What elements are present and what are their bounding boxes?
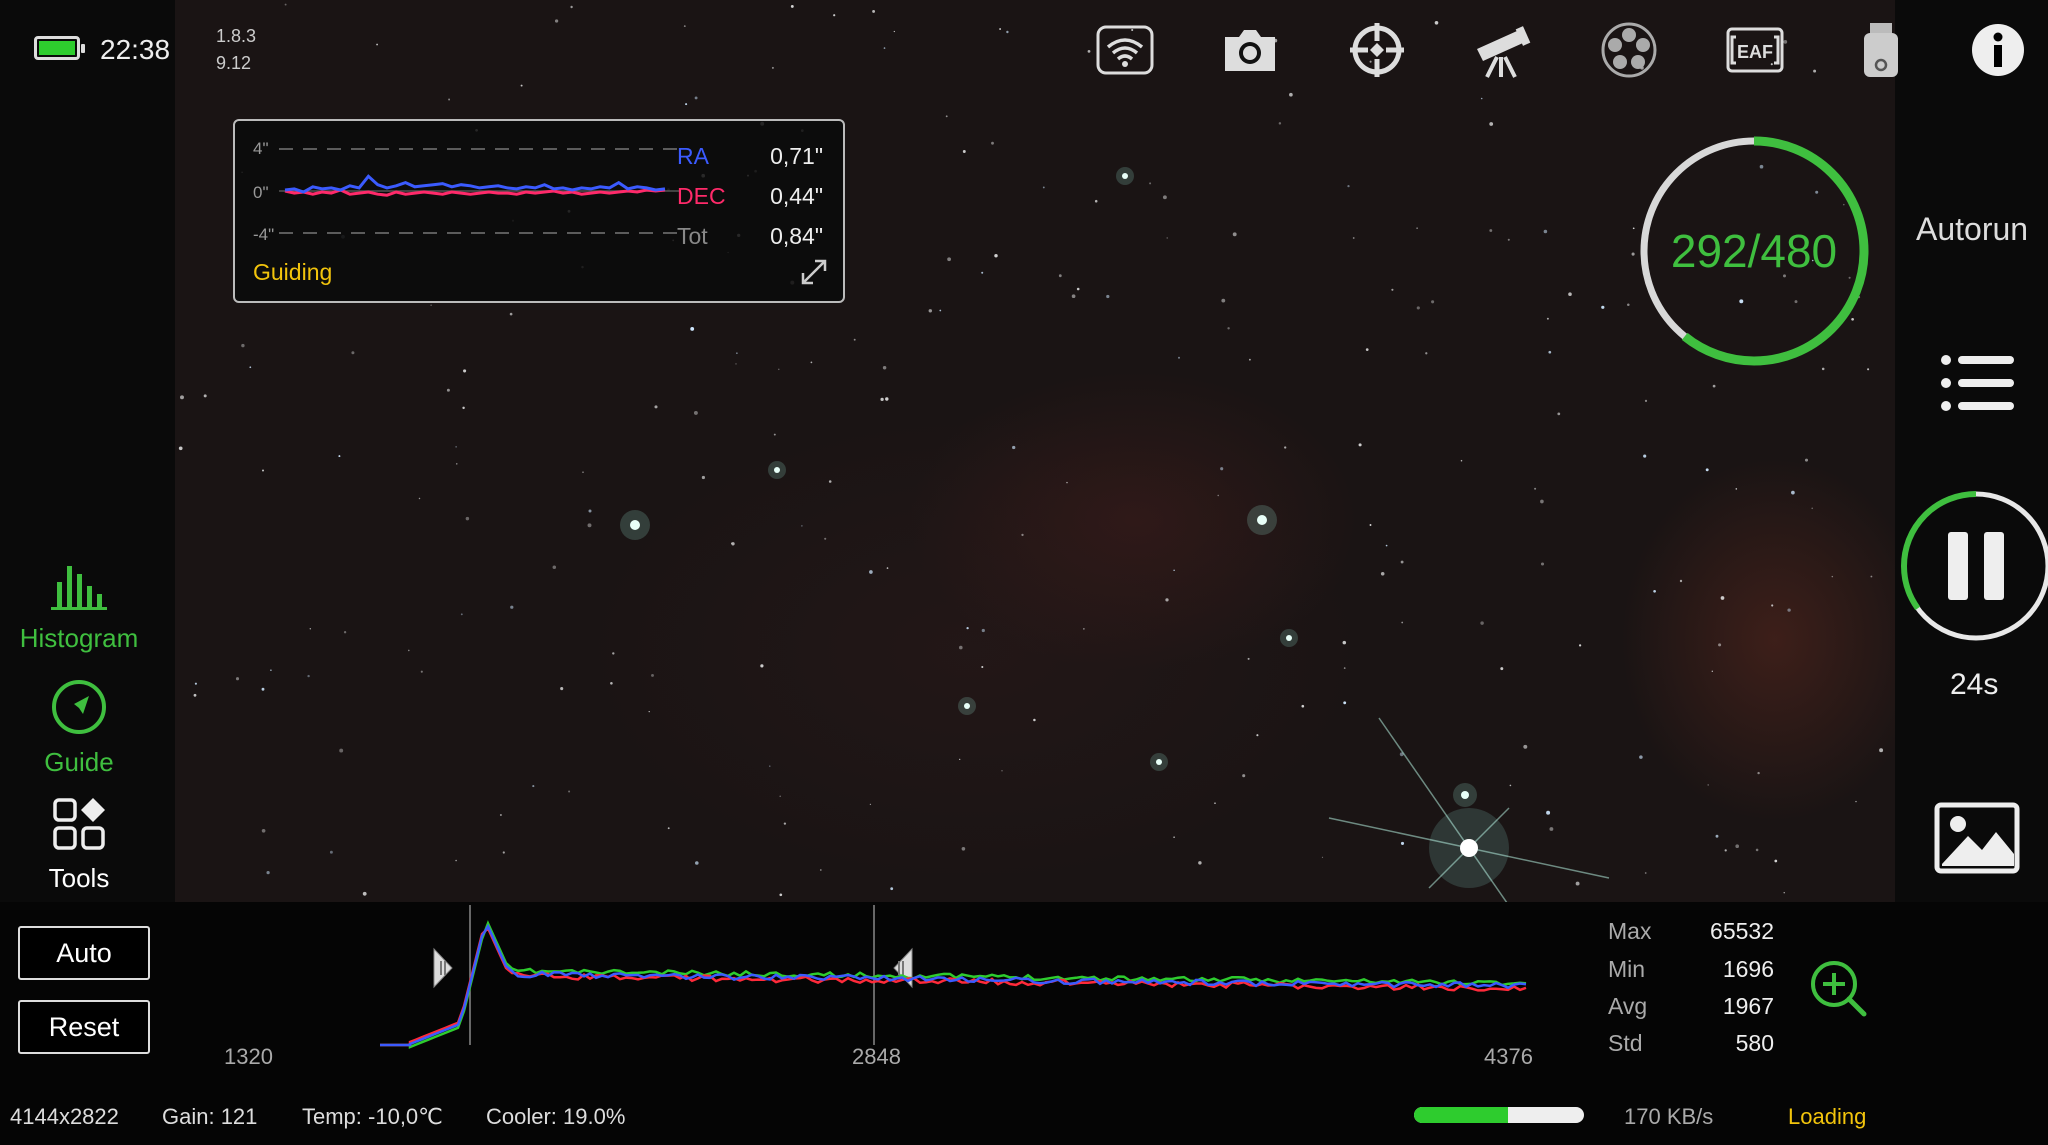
info-icon[interactable] xyxy=(1963,18,2033,82)
guide-graph xyxy=(279,148,679,234)
eaf-label: EAF xyxy=(1737,42,1773,62)
tools-grid-icon xyxy=(53,798,105,850)
pause-icon xyxy=(1948,532,1968,600)
nav-histogram[interactable]: Histogram xyxy=(0,562,158,654)
compass-icon xyxy=(52,680,106,734)
battery-icon xyxy=(34,36,85,60)
nav-guide-label: Guide xyxy=(44,747,114,777)
transfer-speed: 170 KB/s xyxy=(1624,1104,1714,1129)
nav-tools-label: Tools xyxy=(48,863,110,893)
expand-icon[interactable] xyxy=(799,257,829,287)
nav-guide[interactable]: Guide xyxy=(0,678,158,778)
guide-y-bottom: -4" xyxy=(253,225,275,244)
guide-graph-panel[interactable]: 4" 0" -4" RA 0,71" DEC 0,44" Tot 0,84" G… xyxy=(233,119,845,303)
download-progress-fill xyxy=(1414,1107,1508,1123)
usb-drive-icon[interactable] xyxy=(1846,18,1916,82)
dec-label: DEC xyxy=(677,183,726,209)
ra-label: RA xyxy=(677,143,709,169)
filter-wheel-icon[interactable] xyxy=(1594,18,1664,82)
ra-series-line xyxy=(284,174,666,194)
sequence-progress: 292/480 xyxy=(1636,133,1872,369)
nav-histogram-label: Histogram xyxy=(19,623,139,653)
autorun-label: Autorun xyxy=(1916,211,2029,247)
histogram-icon xyxy=(51,566,107,610)
stat-avg-label: Avg xyxy=(1608,993,1648,1019)
stat-std-label: Std xyxy=(1608,1030,1643,1056)
firmware-version: 9.12 xyxy=(216,53,252,73)
reset-button[interactable]: Reset xyxy=(18,1000,150,1054)
exposure-countdown: 24s xyxy=(1950,668,1999,701)
hist-tick-min: 1320 xyxy=(224,1044,273,1069)
gallery-icon[interactable] xyxy=(1934,802,2020,874)
ra-value: 0,71" xyxy=(770,143,823,169)
stat-max-label: Max xyxy=(1608,918,1652,944)
nav-tools[interactable]: Tools xyxy=(0,796,158,894)
download-progress xyxy=(1414,1107,1584,1123)
stat-avg-value: 1967 xyxy=(1722,993,1774,1019)
wifi-icon[interactable] xyxy=(1090,18,1160,82)
app-version: 1.8.3 xyxy=(216,26,257,46)
right-sidebar xyxy=(1895,0,2048,902)
cooler-power: Cooler: 19.0% xyxy=(486,1104,626,1129)
black-point-handle[interactable] xyxy=(433,947,453,989)
stat-std-value: 580 xyxy=(1735,1030,1774,1056)
camera-icon[interactable] xyxy=(1215,18,1285,82)
eaf-icon[interactable]: EAF xyxy=(1720,18,1790,82)
guide-y-mid: 0" xyxy=(253,183,269,202)
hist-tick-max: 4376 xyxy=(1484,1044,1533,1069)
crosshair-icon[interactable] xyxy=(1342,18,1412,82)
list-icon[interactable] xyxy=(1940,352,2016,414)
guide-state: Guiding xyxy=(253,259,333,285)
sensor-temp: Temp: -10,0℃ xyxy=(302,1104,443,1129)
auto-stretch-button[interactable]: Auto xyxy=(18,926,150,980)
guide-y-top: 4" xyxy=(253,139,269,158)
hist-tick-mid: 2848 xyxy=(852,1044,901,1069)
zoom-in-icon[interactable] xyxy=(1808,958,1868,1018)
load-state: Loading xyxy=(1788,1104,1867,1129)
histogram-chart[interactable] xyxy=(370,905,1550,1055)
telescope-icon[interactable] xyxy=(1467,18,1537,82)
stat-max-value: 65532 xyxy=(1710,918,1774,944)
pause-button[interactable] xyxy=(1900,490,2048,642)
image-resolution: 4144x2822 xyxy=(10,1104,119,1129)
battery-level xyxy=(39,41,75,55)
clock: 22:38 xyxy=(100,34,171,65)
camera-gain: Gain: 121 xyxy=(162,1104,258,1129)
progress-count: 292/480 xyxy=(1670,225,1838,277)
tot-label: Tot xyxy=(677,223,708,249)
stat-min-value: 1696 xyxy=(1722,956,1774,982)
tot-value: 0,84" xyxy=(770,223,823,249)
stat-min-label: Min xyxy=(1608,956,1646,982)
dec-value: 0,44" xyxy=(770,183,823,209)
